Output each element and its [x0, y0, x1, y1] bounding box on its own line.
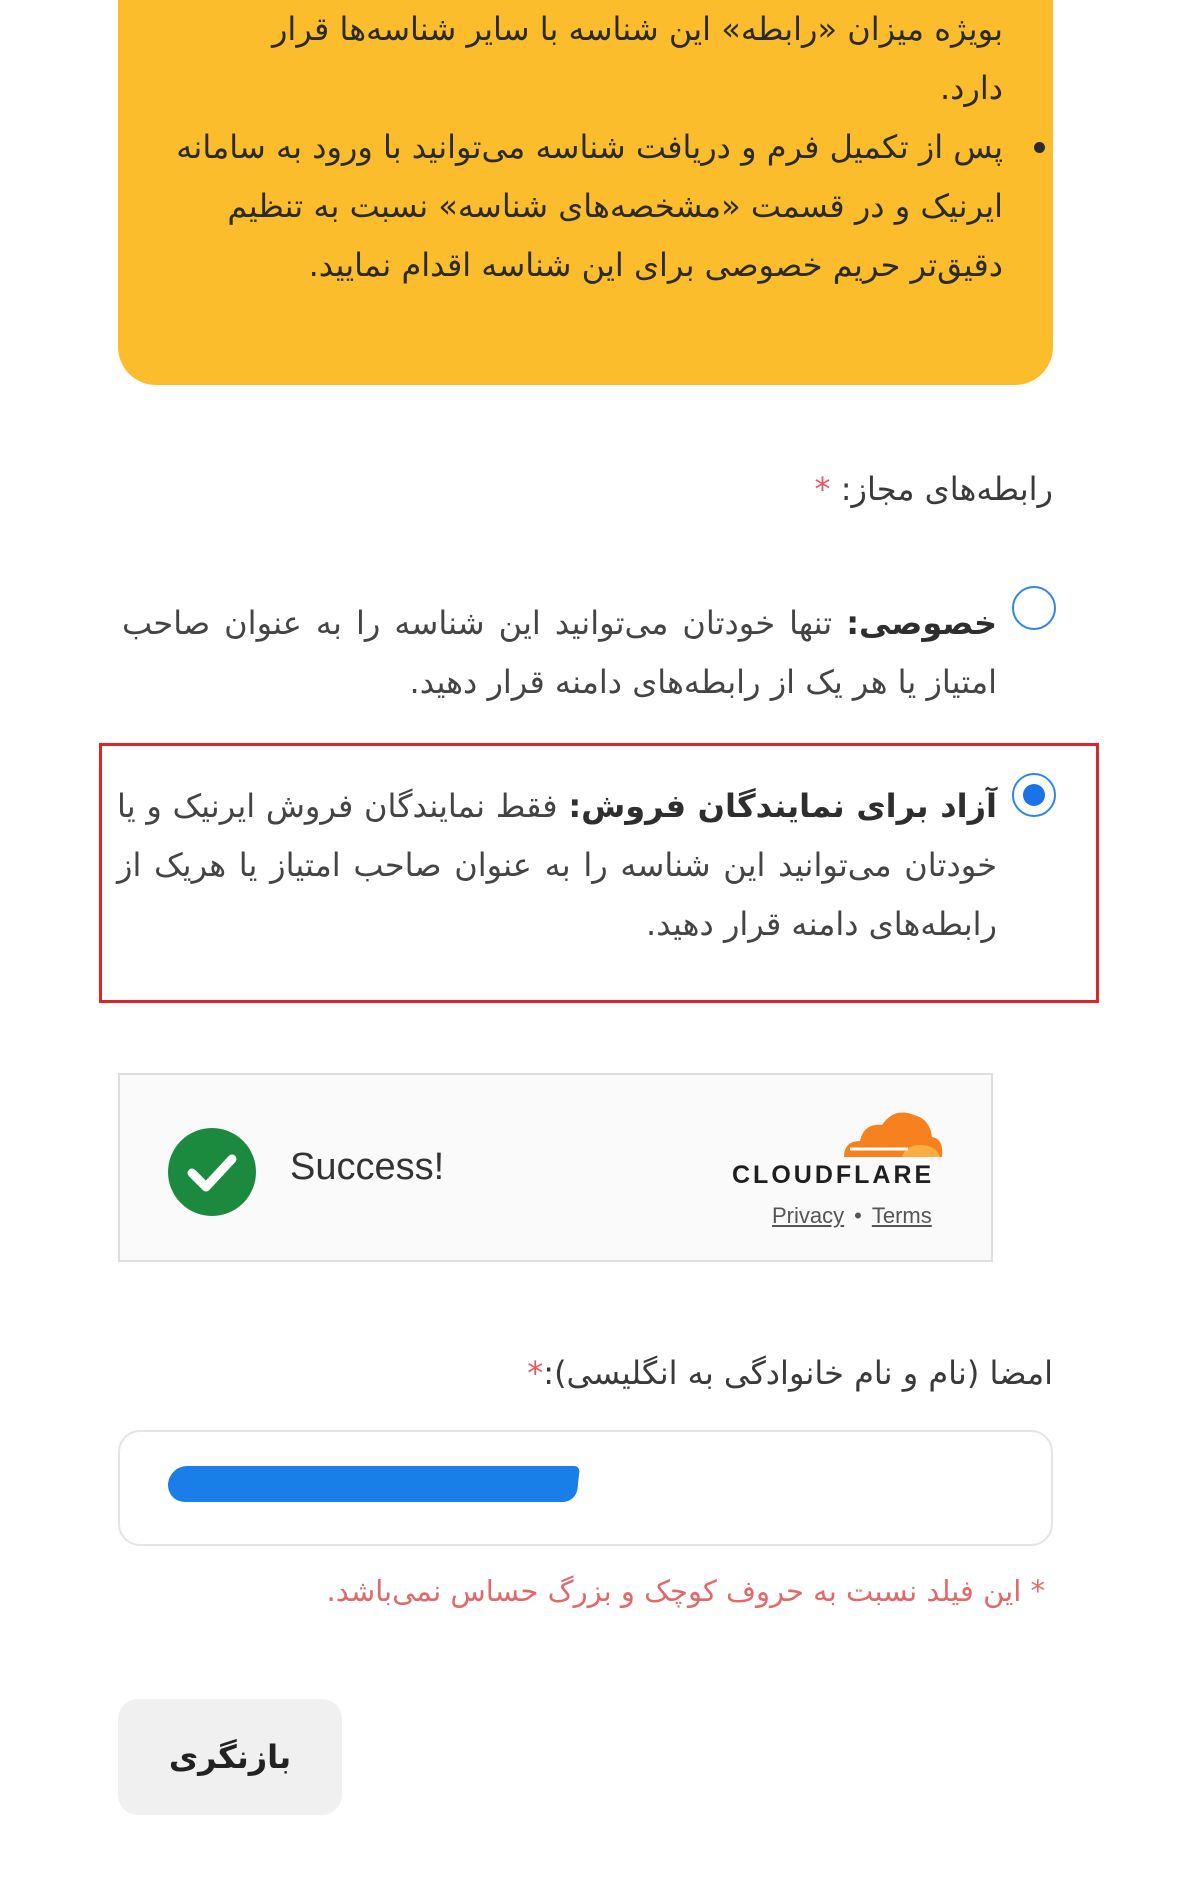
signature-label-text: امضا (نام و نام خانوادگی به انگلیسی): — [543, 1354, 1053, 1392]
signature-required-star: * — [527, 1354, 544, 1392]
relations-label-text: رابطه‌های مجاز: — [840, 470, 1053, 508]
captcha-links: Privacy • Terms — [772, 1203, 932, 1229]
cloudflare-logo-icon — [836, 1105, 946, 1164]
notice-text-end: دارد. — [939, 69, 1003, 107]
review-button[interactable]: بازنگری — [118, 1699, 342, 1815]
redacted-value — [166, 1466, 580, 1502]
notice-text-partial: بویژه میزان «رابطه» این شناسه با سایر شن… — [271, 10, 1003, 48]
radio-selected-dot — [1023, 784, 1045, 806]
privacy-link[interactable]: Privacy — [772, 1203, 844, 1228]
relations-label: رابطه‌های مجاز: * — [815, 470, 1053, 508]
notice-bullet-text: پس از تکمیل فرم و دریافت شناسه می‌توانید… — [176, 128, 1003, 284]
signature-label: امضا (نام و نام خانوادگی به انگلیسی):* — [527, 1354, 1053, 1392]
captcha-status: Success! — [290, 1146, 445, 1188]
option-sellers[interactable]: آزاد برای نمایندگان فروش: فقط نمایندگان … — [117, 777, 997, 954]
bullet-dot — [1034, 142, 1045, 153]
cloudflare-brand: CLOUDFLARE — [732, 1161, 935, 1189]
option-private-title: خصوصی: — [846, 604, 997, 642]
signature-hint: * این فیلد نسبت به حروف کوچک و بزرگ حساس… — [326, 1574, 1045, 1608]
radio-sellers[interactable] — [1012, 773, 1056, 817]
signature-input[interactable] — [118, 1430, 1053, 1546]
notice-bullet: پس از تکمیل فرم و دریافت شناسه می‌توانید… — [168, 118, 1045, 295]
radio-private[interactable] — [1012, 586, 1056, 630]
option-sellers-title: آزاد برای نمایندگان فروش: — [568, 787, 998, 825]
link-separator: • — [854, 1203, 862, 1228]
required-star: * — [814, 470, 831, 508]
terms-link[interactable]: Terms — [872, 1203, 932, 1228]
option-private[interactable]: خصوصی: تنها خودتان می‌توانید این شناسه ر… — [122, 594, 997, 712]
captcha-widget: Success! CLOUDFLARE Privacy • Terms — [118, 1073, 993, 1262]
success-check-icon — [168, 1128, 256, 1216]
notice-box: بویژه میزان «رابطه» این شناسه با سایر شن… — [118, 0, 1053, 385]
